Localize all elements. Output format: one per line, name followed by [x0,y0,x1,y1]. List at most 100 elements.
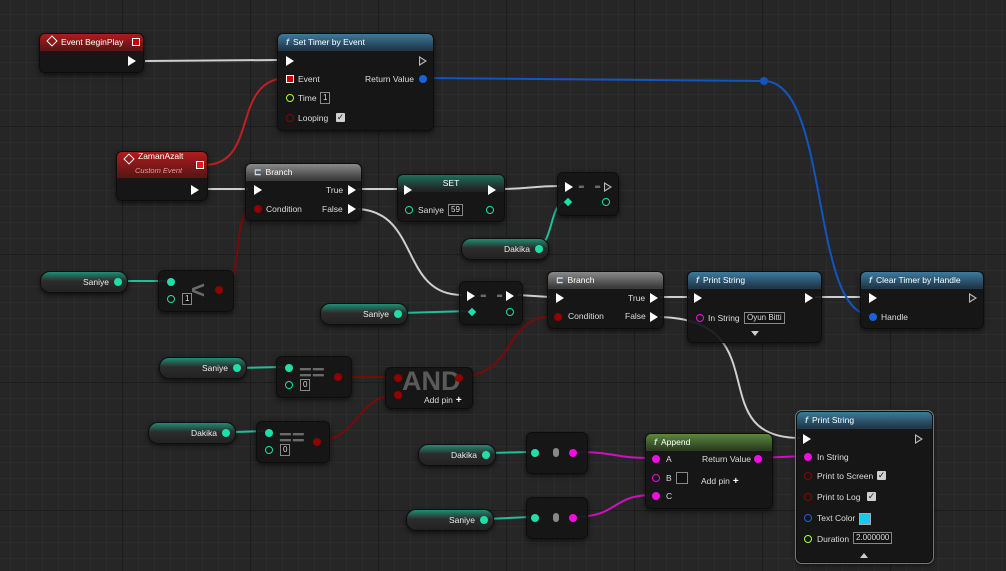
int-out-pin[interactable] [233,364,241,372]
print-to-screen-pin[interactable] [804,472,812,480]
collapse-arrow-icon[interactable] [860,553,868,558]
false-exec-pin[interactable] [650,312,658,322]
exec-in-pin[interactable] [803,434,811,444]
in-string-pin[interactable] [696,314,704,322]
duration-input[interactable]: 2.000000 [853,532,893,544]
saniye-out-pin[interactable] [486,206,494,214]
exec-in-pin[interactable] [556,293,564,303]
zamanazalt-custom-event-node[interactable]: ZamanAzalt Custom Event [116,151,208,201]
b-in-pin[interactable] [265,446,273,454]
int-in-pin[interactable] [531,449,539,457]
a-in-pin[interactable] [394,374,402,382]
b-in-pin[interactable] [394,391,402,399]
exec-in-pin[interactable] [254,185,262,195]
a-in-pin[interactable] [167,278,175,286]
less-than-node[interactable]: < 1 [158,270,234,312]
saniye-variable-getter[interactable]: Saniye [40,271,128,293]
int-out-pin[interactable] [602,198,610,206]
exec-out-pin[interactable] [604,182,612,192]
a-in-pin[interactable] [285,364,293,372]
delegate-square-icon[interactable] [196,161,204,169]
exec-out-pin[interactable] [805,293,813,303]
print-string-node-1[interactable]: f Print String In String Oyun Bitti [687,271,822,343]
int-out-pin[interactable] [114,278,122,286]
decrement-node[interactable]: - - [459,281,523,325]
bool-out-pin[interactable] [313,438,321,446]
int-out-pin[interactable] [480,516,488,524]
equal-node-1[interactable]: == 0 [276,356,352,398]
event-beginplay-node[interactable]: Event BeginPlay [39,33,144,73]
saniye-variable-getter[interactable]: Saniye [159,357,247,379]
exec-out-pin[interactable] [488,185,496,195]
duration-pin[interactable] [804,535,812,543]
dakika-variable-getter[interactable]: Dakika [148,422,236,444]
exec-in-pin[interactable] [404,185,412,195]
dakika-variable-getter[interactable]: Dakika [418,444,496,466]
b-in-pin[interactable] [167,295,175,303]
print-to-screen-checkbox[interactable]: ✓ [877,471,886,480]
int-out-pin[interactable] [394,310,402,318]
int-out-pin[interactable] [506,308,514,316]
and-boolean-node[interactable]: AND Add pin + [385,366,473,409]
set-saniye-node[interactable]: SET Saniye 59 [397,174,505,222]
text-color-swatch[interactable] [859,513,871,525]
event-delegate-pin[interactable] [286,75,294,83]
print-to-log-checkbox[interactable]: ✓ [867,492,876,501]
bool-out-pin[interactable] [455,374,463,382]
set-timer-by-event-node[interactable]: f Set Timer by Event Event Return Value T… [277,33,434,131]
equal-node-2[interactable]: == 0 [256,421,330,463]
b-value-input[interactable]: 0 [300,379,311,391]
exec-in-pin[interactable] [565,182,573,192]
b-value-input[interactable] [676,472,688,484]
print-string-node-2[interactable]: f Print String In String Print to Screen … [795,410,934,564]
condition-pin[interactable] [254,205,262,213]
return-value-pin[interactable] [754,455,762,463]
in-string-pin[interactable] [804,453,812,461]
int-out-pin[interactable] [535,245,543,253]
text-color-pin[interactable] [804,514,812,522]
int-in-pin[interactable] [531,514,539,522]
b-in-pin[interactable] [285,381,293,389]
true-exec-pin[interactable] [348,185,356,195]
looping-checkbox[interactable]: ✓ [336,113,345,122]
int-to-string-conversion-node[interactable] [526,497,588,539]
clear-timer-by-handle-node[interactable]: f Clear Timer by Handle Handle [860,271,984,329]
looping-pin[interactable] [286,114,294,122]
add-pin-button[interactable]: Add pin + [424,395,462,406]
b-in-pin[interactable] [652,474,660,482]
int-to-string-conversion-node[interactable] [526,432,588,474]
false-exec-pin[interactable] [348,204,356,214]
bool-out-pin[interactable] [334,373,342,381]
exec-in-pin[interactable] [286,56,294,66]
b-value-input[interactable]: 1 [182,293,193,305]
append-node[interactable]: f Append A Return Value B Add pin + C [645,433,773,509]
branch-node-2[interactable]: ⊏ Branch True Condition False [547,271,664,329]
b-value-input[interactable]: 0 [280,444,291,456]
exec-out-pin[interactable] [506,291,514,301]
int-in-pin[interactable] [563,197,573,207]
print-to-log-pin[interactable] [804,493,812,501]
expand-arrow-icon[interactable] [751,331,759,336]
saniye-variable-getter[interactable]: Saniye [406,509,494,531]
a-in-pin[interactable] [265,429,273,437]
int-out-pin[interactable] [482,451,490,459]
time-input[interactable]: 1 [320,92,331,104]
handle-pin[interactable] [869,313,877,321]
true-exec-pin[interactable] [650,293,658,303]
saniye-variable-getter[interactable]: Saniye [320,303,408,325]
saniye-value-input[interactable]: 59 [448,204,463,216]
exec-out-pin[interactable] [191,185,199,195]
in-string-input[interactable]: Oyun Bitti [744,312,785,324]
time-pin[interactable] [286,94,294,102]
a-in-pin[interactable] [652,455,660,463]
dakika-variable-getter[interactable]: Dakika [461,238,549,260]
branch-node-1[interactable]: ⊏ Branch True Condition False [245,163,362,221]
condition-pin[interactable] [554,313,562,321]
c-in-pin[interactable] [652,492,660,500]
blueprint-graph-canvas[interactable]: Event BeginPlay f Set Timer by Event Even… [0,0,1006,571]
saniye-in-pin[interactable] [405,206,413,214]
exec-out-pin[interactable] [915,434,923,444]
exec-out-pin[interactable] [969,293,977,303]
exec-out-pin[interactable] [128,56,136,66]
delegate-square-icon[interactable] [132,38,140,46]
